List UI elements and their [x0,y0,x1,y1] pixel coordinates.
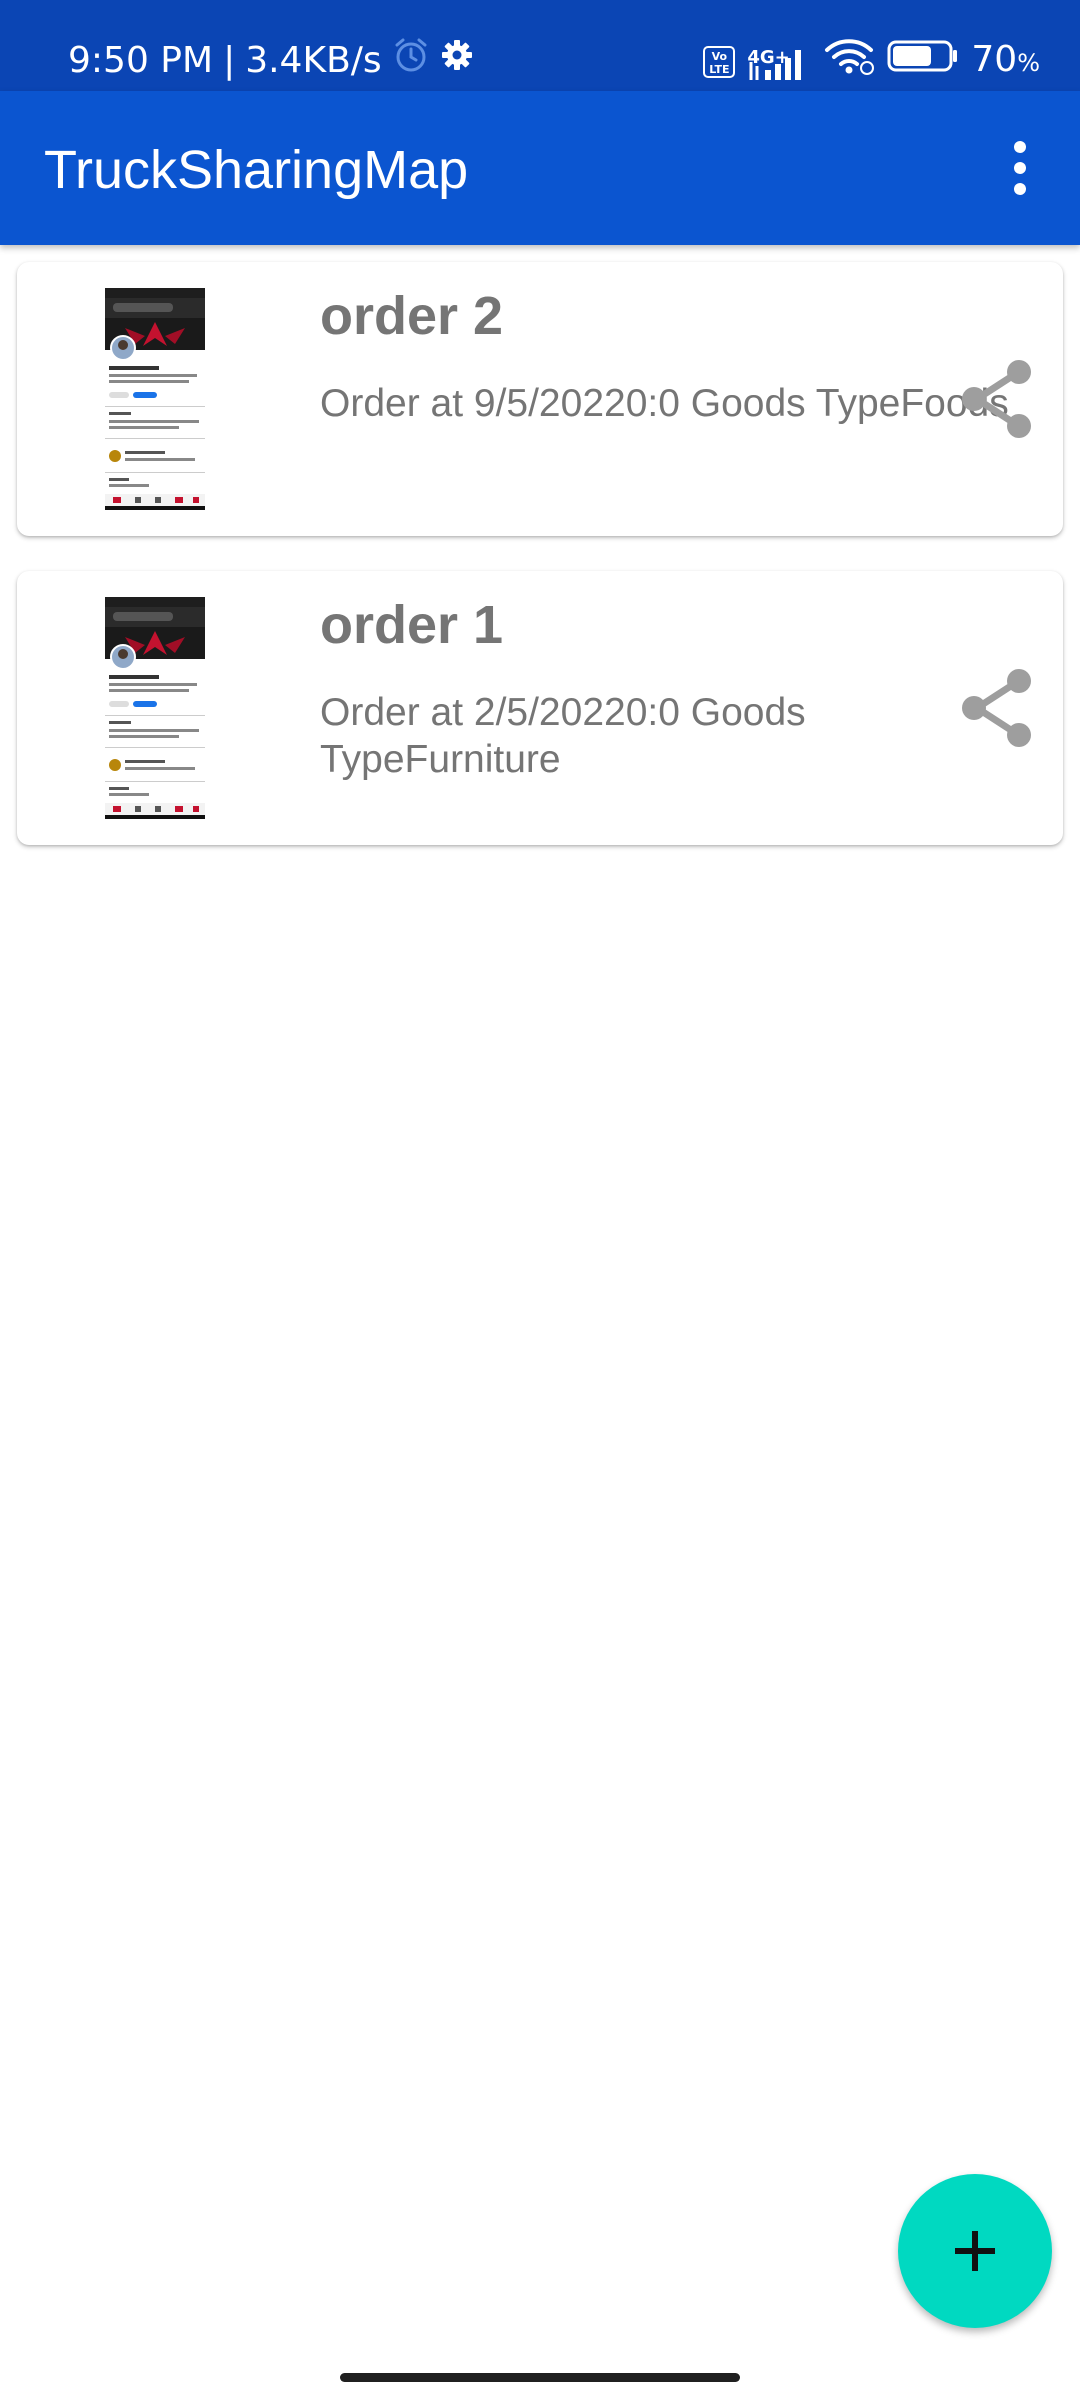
add-icon [955,2231,995,2271]
status-left: 9:50 PM | 3.4KB/s [68,36,474,85]
wifi-icon [823,36,875,87]
network-type-label: 4G+ [747,46,790,68]
more-vert-icon[interactable] [990,135,1050,201]
share-icon[interactable] [957,668,1037,748]
battery-icon [887,39,959,84]
battery-percent-value: 70 [971,39,1018,80]
order-title: order 1 [320,595,504,655]
add-order-button[interactable] [898,2174,1052,2328]
app-bar: TruckSharingMap [0,91,1080,245]
order-description: Order at 2/5/20220:0 Goods TypeFurniture [320,691,806,781]
order-description: Order at 9/5/20220:0 Goods TypeFoods [320,382,1009,425]
settings-gear-icon [440,38,474,83]
status-bar: 9:50 PM | 3.4KB/s Vo LTE 4G+ 70% [0,0,1080,91]
signal-icon: 4G+ [747,42,811,82]
app-title: TruckSharingMap [44,140,469,200]
volte-icon: Vo LTE [703,45,736,78]
battery-percent: 70% [971,38,1040,85]
order-card[interactable]: order 2 Order at 9/5/20220:0 Goods TypeF… [17,262,1063,536]
status-speed: 3.4KB/s [245,39,382,81]
status-right: Vo LTE 4G+ 70% [703,36,1040,87]
share-icon[interactable] [957,359,1037,439]
alarm-icon [392,36,430,85]
order-card[interactable]: order 1 Order at 2/5/20220:0 Goods TypeF… [17,571,1063,845]
battery-percent-unit: % [1017,49,1040,77]
order-thumbnail-image [105,288,205,510]
gesture-nav-handle[interactable] [340,2373,740,2382]
order-thumbnail-image [105,597,205,819]
order-title: order 2 [320,286,504,346]
status-separator: | [223,39,236,81]
status-time: 9:50 PM [68,39,214,81]
